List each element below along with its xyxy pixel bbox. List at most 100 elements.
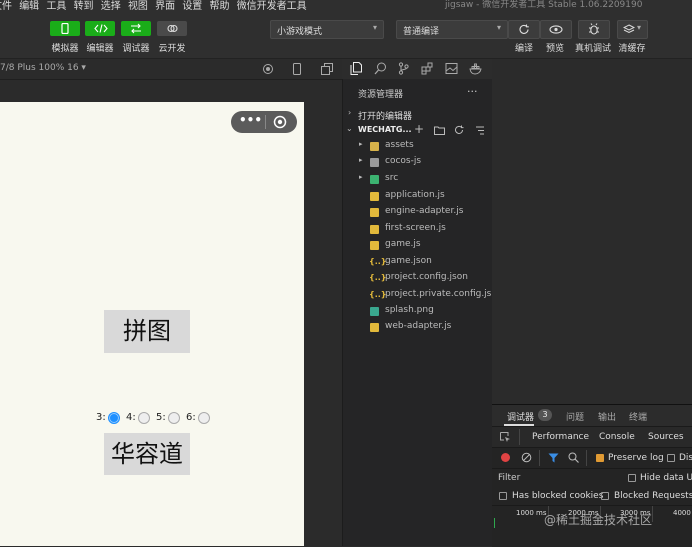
radio-5[interactable] [168, 412, 180, 424]
remote-debug-button[interactable] [578, 20, 610, 39]
json-file-icon: {..} [369, 273, 387, 282]
more-button[interactable]: ••• [239, 113, 262, 127]
compile-select[interactable]: 普通编译 ▾ [396, 20, 508, 39]
refresh-icon[interactable] [454, 125, 464, 135]
file-name: application.js [385, 190, 445, 200]
explorer-title: 资源管理器 [358, 90, 404, 100]
files-icon[interactable] [350, 62, 362, 75]
size-radio-group: 3: 4: 5: 6: [96, 411, 216, 427]
clear-icon[interactable] [521, 452, 532, 463]
menu-item-view[interactable]: 视图 [128, 1, 148, 12]
mini-program-capsule: ••• [231, 111, 297, 133]
docker-icon[interactable] [469, 62, 483, 75]
menu-item-file[interactable]: 文件 [0, 1, 12, 12]
phone-icon[interactable] [292, 63, 302, 75]
compile-label: 编译 [514, 44, 533, 54]
clear-cache-button[interactable]: ▾ [617, 20, 648, 39]
subtab-sources[interactable]: Sources [648, 432, 684, 442]
radio-6[interactable] [198, 412, 210, 424]
preserve-log-checkbox[interactable] [596, 454, 604, 462]
filter-row: Filter Hide data UR [492, 469, 692, 487]
collapse-all-icon[interactable] [475, 126, 485, 135]
file-name: engine-adapter.js [385, 206, 464, 216]
tab-output[interactable]: 输出 [598, 410, 616, 423]
subtab-console[interactable]: Console [599, 432, 635, 442]
menu-bar: 文件 编辑 工具 转到 选择 视图 界面 设置 帮助 微信开发者工具 [0, 0, 307, 12]
gridline [652, 506, 653, 522]
blocked-filter-row: Has blocked cookies Blocked Requests [492, 487, 692, 506]
timeline-tick-1000: 1000 ms [516, 509, 547, 517]
chevron-down-icon: ▾ [372, 23, 377, 32]
git-branch-icon[interactable] [398, 62, 409, 75]
simulator-button[interactable] [50, 21, 80, 36]
file-name: web-adapter.js [385, 321, 452, 331]
blocked-requests-checkbox[interactable] [601, 492, 609, 500]
compile-button[interactable] [508, 20, 540, 39]
chevron-right-icon: ▸ [359, 173, 363, 181]
huarong-button[interactable]: 华容道 [104, 433, 190, 475]
file-name: game.js [385, 239, 421, 249]
inspect-element-icon[interactable] [500, 432, 511, 443]
project-section[interactable]: ⌄ WECHATG... + [346, 122, 492, 139]
menu-item-settings[interactable]: 设置 [182, 1, 202, 12]
debugger-button[interactable] [121, 21, 151, 36]
blocked-cookies-checkbox[interactable] [499, 492, 507, 500]
detach-window-icon[interactable] [321, 63, 333, 75]
tab-problems[interactable]: 问题 [566, 410, 584, 423]
search-icon[interactable] [374, 62, 387, 75]
radio-3[interactable] [108, 412, 120, 424]
tab-terminal[interactable]: 终端 [629, 410, 647, 423]
more-icon[interactable]: ··· [467, 85, 478, 98]
divider [586, 450, 587, 466]
preserve-log-label: Preserve log [608, 453, 664, 463]
jigsaw-button[interactable]: 拼图 [104, 310, 190, 353]
search-icon[interactable] [568, 452, 579, 463]
refresh-icon [519, 24, 529, 34]
js-file-icon [370, 225, 379, 234]
device-select[interactable]: 7/8 Plus 100% 16 ▾ [0, 63, 86, 73]
clear-cache-label: 清缓存 [618, 44, 646, 54]
folder-icon [370, 142, 379, 151]
record-icon[interactable] [501, 453, 510, 462]
menu-item-devtools[interactable]: 微信开发者工具 [237, 1, 307, 12]
activity-bar [342, 59, 492, 79]
new-folder-icon[interactable] [434, 126, 445, 135]
filter-icon[interactable] [548, 453, 559, 463]
new-file-icon[interactable]: + [414, 122, 424, 136]
js-file-icon [370, 208, 379, 217]
hide-data-urls-label: Hide data UR [640, 473, 692, 483]
menu-item-goto[interactable]: 转到 [74, 1, 94, 12]
simulator-label: 模拟器 [51, 44, 79, 54]
js-file-icon [370, 241, 379, 250]
phone-icon [61, 23, 69, 34]
file-name: first-screen.js [385, 223, 446, 233]
window-title: jigsaw - 微信开发者工具 Stable 1.06.2209190 [445, 0, 643, 10]
menu-item-tools[interactable]: 工具 [46, 1, 66, 12]
timeline-mark [494, 518, 495, 528]
hide-data-urls-checkbox[interactable] [628, 474, 636, 482]
menu-item-edit[interactable]: 编辑 [19, 1, 39, 12]
filter-input[interactable]: Filter [498, 473, 520, 483]
capsule-divider [265, 115, 266, 129]
open-editors-section[interactable]: › 打开的编辑器 [346, 108, 490, 122]
cloud-label: 云开发 [158, 44, 186, 54]
menu-item-interface[interactable]: 界面 [155, 1, 175, 12]
editor-button[interactable] [85, 21, 115, 36]
menu-item-select[interactable]: 选择 [101, 1, 121, 12]
radio-4[interactable] [138, 412, 150, 424]
menu-item-help[interactable]: 帮助 [210, 1, 230, 12]
image-icon[interactable] [445, 62, 458, 75]
tab-debugger[interactable]: 调试器 [507, 410, 534, 423]
eye-icon [549, 25, 563, 34]
close-circle-icon[interactable] [273, 115, 287, 129]
extensions-icon[interactable] [421, 62, 434, 75]
preview-button[interactable] [540, 20, 572, 39]
folder-icon [370, 158, 379, 167]
record-icon[interactable] [262, 63, 274, 75]
disable-cache-checkbox[interactable] [667, 454, 675, 462]
subtab-performance[interactable]: Performance [532, 432, 589, 442]
mode-select[interactable]: 小游戏模式 ▾ [270, 20, 384, 39]
divider [519, 429, 520, 445]
blocked-cookies-label: Has blocked cookies [512, 491, 604, 501]
cloud-button[interactable] [157, 21, 187, 36]
